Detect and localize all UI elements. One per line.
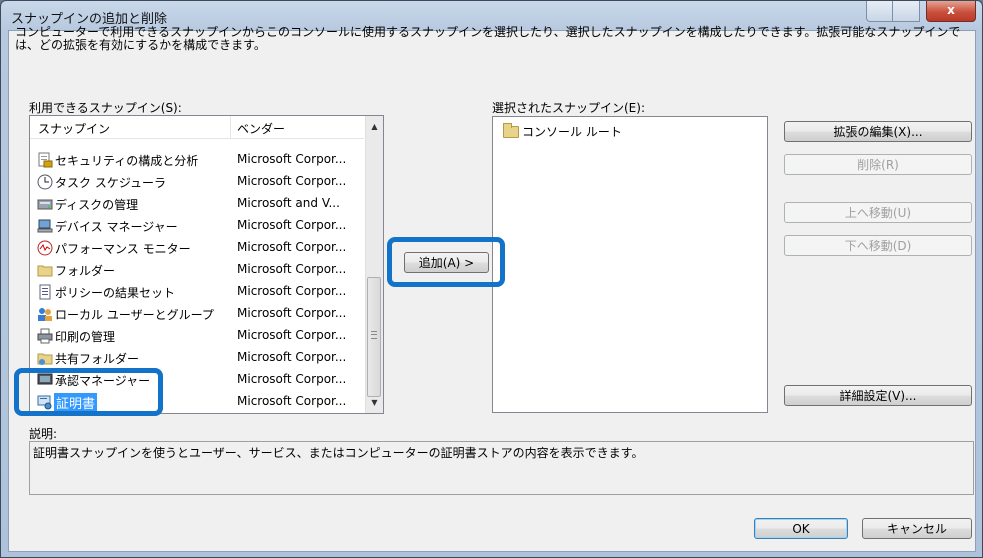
selected-snapins-label: 選択されたスナップイン(E): xyxy=(492,101,645,115)
snapin-row[interactable]: ポリシーの結果セット Microsoft Corpor... xyxy=(30,281,364,303)
folder-icon xyxy=(503,123,519,138)
list-header: スナップイン ベンダー xyxy=(30,116,364,139)
clock-icon xyxy=(37,174,53,190)
cancel-button[interactable]: キャンセル xyxy=(862,518,972,539)
snapin-row[interactable]: ローカル ユーザーとグループ Microsoft Corpor... xyxy=(30,303,364,325)
snapin-row[interactable]: フォルダー Microsoft Corpor... xyxy=(30,259,364,281)
snapin-vendor: Microsoft Corpor... xyxy=(237,394,347,408)
snapin-vendor: Microsoft Corpor... xyxy=(237,372,347,386)
snapin-row[interactable]: パフォーマンス モニター Microsoft Corpor... xyxy=(30,237,364,259)
snapin-vendor: Microsoft Corpor... xyxy=(237,174,347,188)
maximize-button xyxy=(892,1,920,22)
disk-icon xyxy=(37,196,53,212)
snapin-row[interactable]: タスク スケジューラ Microsoft Corpor... xyxy=(30,171,364,193)
remove-button[interactable]: 削除(R) xyxy=(784,154,972,175)
scroll-up-arrow-icon[interactable]: ▲ xyxy=(366,118,383,135)
device-manager-icon xyxy=(37,218,53,234)
description-label: 説明: xyxy=(29,427,58,441)
snapin-name: フォルダー xyxy=(55,264,116,278)
advanced-button[interactable]: 詳細設定(V)... xyxy=(784,385,972,406)
snapin-vendor: Microsoft Corpor... xyxy=(237,218,347,232)
snapin-vendor: Microsoft Corpor... xyxy=(237,350,347,364)
scroll-down-arrow-icon[interactable]: ▼ xyxy=(366,394,383,411)
selected-snapins-list[interactable]: コンソール ルート xyxy=(492,116,768,413)
policy-icon xyxy=(37,284,53,300)
selected-item-console-root[interactable]: コンソール ルート xyxy=(503,123,703,141)
certificate-item-highlight xyxy=(14,368,163,416)
performance-monitor-icon xyxy=(37,240,53,256)
description-text: 証明書スナップインを使うとユーザー、サービス、またはコンピューターの証明書ストア… xyxy=(33,446,644,460)
close-button[interactable]: x xyxy=(926,1,976,22)
snapin-row[interactable]: 印刷の管理 Microsoft Corpor... xyxy=(30,325,364,347)
snapin-row[interactable]: ディスクの管理 Microsoft and V... xyxy=(30,193,364,215)
users-icon xyxy=(37,306,53,322)
column-header-snapin[interactable]: スナップイン xyxy=(38,120,110,137)
shared-folder-icon xyxy=(37,350,53,366)
snapin-row[interactable]: セキュリティの構成と分析 Microsoft Corpor... xyxy=(30,149,364,171)
snapin-vendor: Microsoft Corpor... xyxy=(237,328,347,342)
snapin-vendor: Microsoft Corpor... xyxy=(237,262,347,276)
column-header-vendor[interactable]: ベンダー xyxy=(237,120,285,137)
snapin-name: ディスクの管理 xyxy=(55,198,139,212)
ok-button[interactable]: OK xyxy=(754,518,848,539)
snapin-name: タスク スケジューラ xyxy=(55,176,166,190)
folder-icon xyxy=(37,262,53,278)
snapin-vendor: Microsoft Corpor... xyxy=(237,284,347,298)
snapin-name: 共有フォルダー xyxy=(55,352,140,366)
close-icon: x xyxy=(947,3,955,17)
snapin-name: ポリシーの結果セット xyxy=(55,286,176,300)
snapin-vendor: Microsoft Corpor... xyxy=(237,152,347,166)
list-scrollbar[interactable]: ▲ ▼ xyxy=(365,116,383,413)
security-config-icon xyxy=(37,152,53,168)
snapin-name: 印刷の管理 xyxy=(55,330,116,344)
snapin-name: ローカル ユーザーとグループ xyxy=(55,308,214,322)
snapin-vendor: Microsoft Corpor... xyxy=(237,240,347,254)
description-box: 証明書スナップインを使うとユーザー、サービス、またはコンピューターの証明書ストア… xyxy=(29,441,974,495)
edit-extensions-button[interactable]: 拡張の編集(X)... xyxy=(784,121,972,142)
snapin-vendor: Microsoft and V... xyxy=(237,196,340,210)
move-down-button[interactable]: 下へ移動(D) xyxy=(784,235,972,256)
snapin-vendor: Microsoft Corpor... xyxy=(237,306,347,320)
scroll-grip-icon xyxy=(371,331,377,339)
scroll-thumb[interactable] xyxy=(367,277,381,397)
printer-icon xyxy=(37,328,53,344)
snapin-name: パフォーマンス モニター xyxy=(55,242,191,256)
snapin-row[interactable]: デバイス マネージャー Microsoft Corpor... xyxy=(30,215,364,237)
intro-text: コンピューターで利用できるスナップインからこのコンソールに使用するスナップインを… xyxy=(15,25,961,52)
snapin-name: デバイス マネージャー xyxy=(55,220,178,234)
snapin-row[interactable]: 共有フォルダー Microsoft Corpor... xyxy=(30,347,364,369)
selected-item-label: コンソール ルート xyxy=(522,125,622,139)
column-separator[interactable] xyxy=(230,116,231,138)
available-snapins-label: 利用できるスナップイン(S): xyxy=(29,101,182,115)
add-button-highlight xyxy=(387,237,505,287)
minimize-button xyxy=(866,1,894,22)
move-up-button[interactable]: 上へ移動(U) xyxy=(784,202,972,223)
snapin-name: セキュリティの構成と分析 xyxy=(55,154,199,168)
